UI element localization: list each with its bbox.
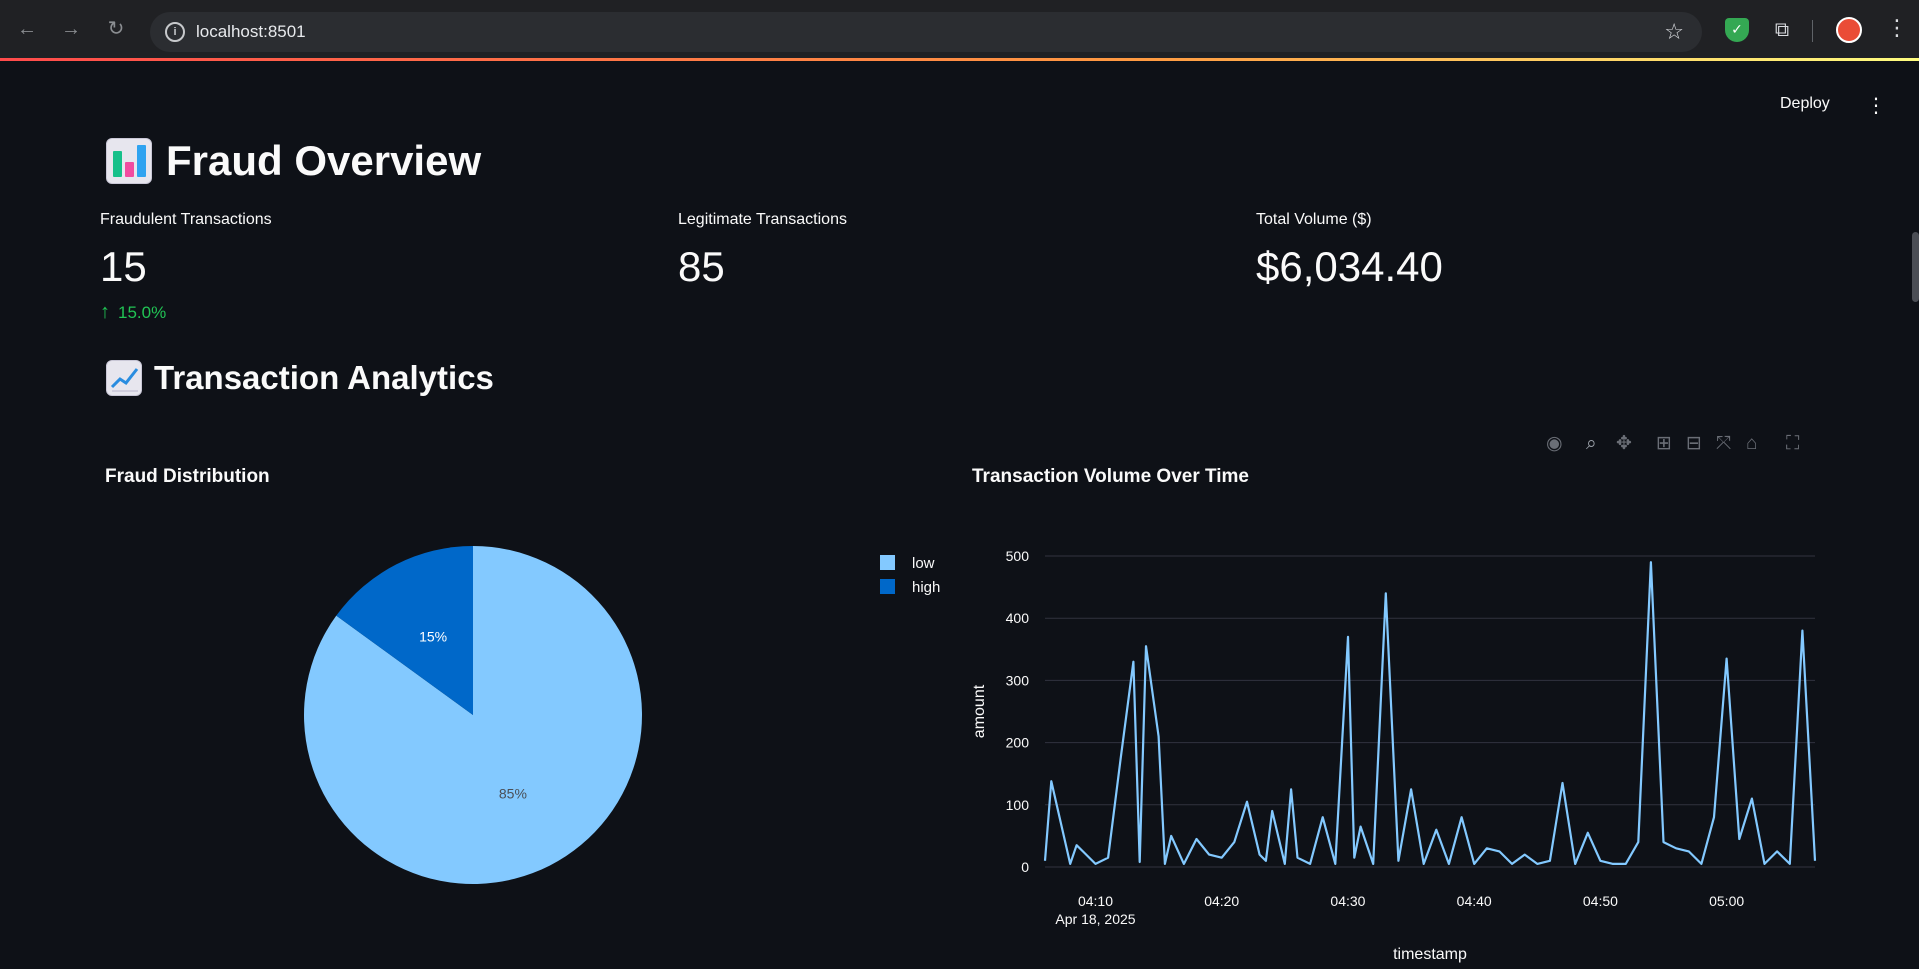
- x-tick-sublabel: Apr 18, 2025: [1055, 911, 1135, 927]
- metric-value: $6,034.40: [1256, 243, 1443, 290]
- fullscreen-icon[interactable]: ⛶: [1786, 432, 1799, 456]
- autoscale-icon[interactable]: ⤧: [1716, 432, 1731, 456]
- x-tick-label: 04:30: [1330, 893, 1365, 909]
- series-line: [1043, 561, 1817, 865]
- legend-swatch: [880, 555, 895, 570]
- y-tick-label: 200: [1006, 735, 1030, 751]
- app-loading-accent-bar: [0, 58, 1919, 61]
- y-tick-label: 0: [1021, 859, 1029, 875]
- chart-modebar: ◉ ⌕ ✥ ⊞ ⊟ ⤧ ⌂ ⛶: [1540, 432, 1810, 458]
- x-axis-title: timestamp: [1393, 946, 1467, 963]
- pie-chart-title: Fraud Distribution: [105, 466, 270, 487]
- chart-increasing-emoji-icon: [106, 360, 142, 396]
- metric-label: Total Volume ($): [1256, 211, 1372, 228]
- metric-label: Fraudulent Transactions: [100, 211, 272, 228]
- metric-fraudulent: Fraudulent Transactions 15 ↑ 15.0%: [100, 211, 620, 324]
- camera-icon[interactable]: ◉: [1546, 432, 1563, 456]
- x-tick-label: 04:50: [1583, 893, 1618, 909]
- reset-axes-icon[interactable]: ⌂: [1746, 432, 1757, 456]
- y-axis-title: amount: [971, 684, 988, 738]
- metric-delta-text: 15.0%: [118, 302, 167, 322]
- metric-value: 15: [100, 243, 147, 290]
- x-tick-label: 05:00: [1709, 893, 1744, 909]
- site-info-icon[interactable]: i: [165, 22, 185, 42]
- metric-delta: ↑ 15.0%: [100, 301, 620, 324]
- page-title: Fraud Overview: [106, 133, 481, 189]
- app-menu-icon[interactable]: ⋮: [1866, 93, 1886, 118]
- page-title-text: Fraud Overview: [166, 137, 482, 184]
- reload-icon[interactable]: ↻: [104, 17, 128, 41]
- pie-chart: 85% 15% low high: [304, 546, 940, 884]
- back-icon[interactable]: ←: [15, 17, 39, 41]
- zoom-in-icon[interactable]: ⊞: [1656, 432, 1672, 456]
- y-tick-label: 300: [1006, 672, 1030, 688]
- legend-label: low: [912, 555, 935, 572]
- bookmark-star-icon[interactable]: ☆: [1664, 19, 1684, 45]
- bar-chart-emoji-icon: [106, 138, 152, 184]
- section-title-text: Transaction Analytics: [154, 359, 494, 396]
- metric-label: Legitimate Transactions: [678, 211, 847, 228]
- line-chart: 0 100 200 300 400 500 04:10 Apr 18, 2025 04:20 04…: [971, 548, 1817, 963]
- y-tick-label: 400: [1006, 610, 1030, 626]
- browser-toolbar: ← → ↻ i localhost:8501 ☆ ✓ ⧉ ⋮: [0, 0, 1919, 60]
- deploy-button[interactable]: Deploy: [1780, 95, 1830, 113]
- zoom-icon[interactable]: ⌕: [1586, 432, 1597, 456]
- pan-icon[interactable]: ✥: [1616, 432, 1632, 456]
- section-title: Transaction Analytics: [106, 355, 494, 401]
- metric-legitimate: Legitimate Transactions 85: [678, 211, 1198, 291]
- line-chart-title: Transaction Volume Over Time: [972, 466, 1250, 487]
- y-tick-label: 100: [1006, 797, 1030, 813]
- forward-icon[interactable]: →: [59, 17, 83, 41]
- address-bar[interactable]: i localhost:8501 ☆: [150, 12, 1702, 52]
- zoom-out-icon[interactable]: ⊟: [1686, 432, 1702, 456]
- metric-total-volume: Total Volume ($) $6,034.40: [1256, 211, 1776, 291]
- extensions-icon[interactable]: ⧉: [1770, 18, 1794, 42]
- x-tick-label: 04:20: [1204, 893, 1239, 909]
- profile-avatar[interactable]: [1836, 17, 1862, 43]
- toolbar-divider: [1812, 20, 1813, 42]
- legend-label: high: [912, 579, 940, 596]
- pie-slice-label: 85%: [499, 785, 527, 801]
- x-tick-label: 04:10: [1078, 893, 1113, 909]
- url-text[interactable]: localhost:8501: [196, 22, 306, 42]
- legend-swatch: [880, 579, 895, 594]
- y-tick-label: 500: [1006, 548, 1030, 564]
- metric-value: 85: [678, 243, 725, 290]
- x-tick-label: 04:40: [1457, 893, 1492, 909]
- pie-slice-label: 15%: [419, 629, 447, 645]
- arrow-up-icon: ↑: [100, 301, 110, 323]
- shield-extension-icon[interactable]: ✓: [1725, 18, 1749, 42]
- browser-menu-icon[interactable]: ⋮: [1886, 16, 1908, 40]
- scrollbar-thumb[interactable]: [1912, 232, 1919, 302]
